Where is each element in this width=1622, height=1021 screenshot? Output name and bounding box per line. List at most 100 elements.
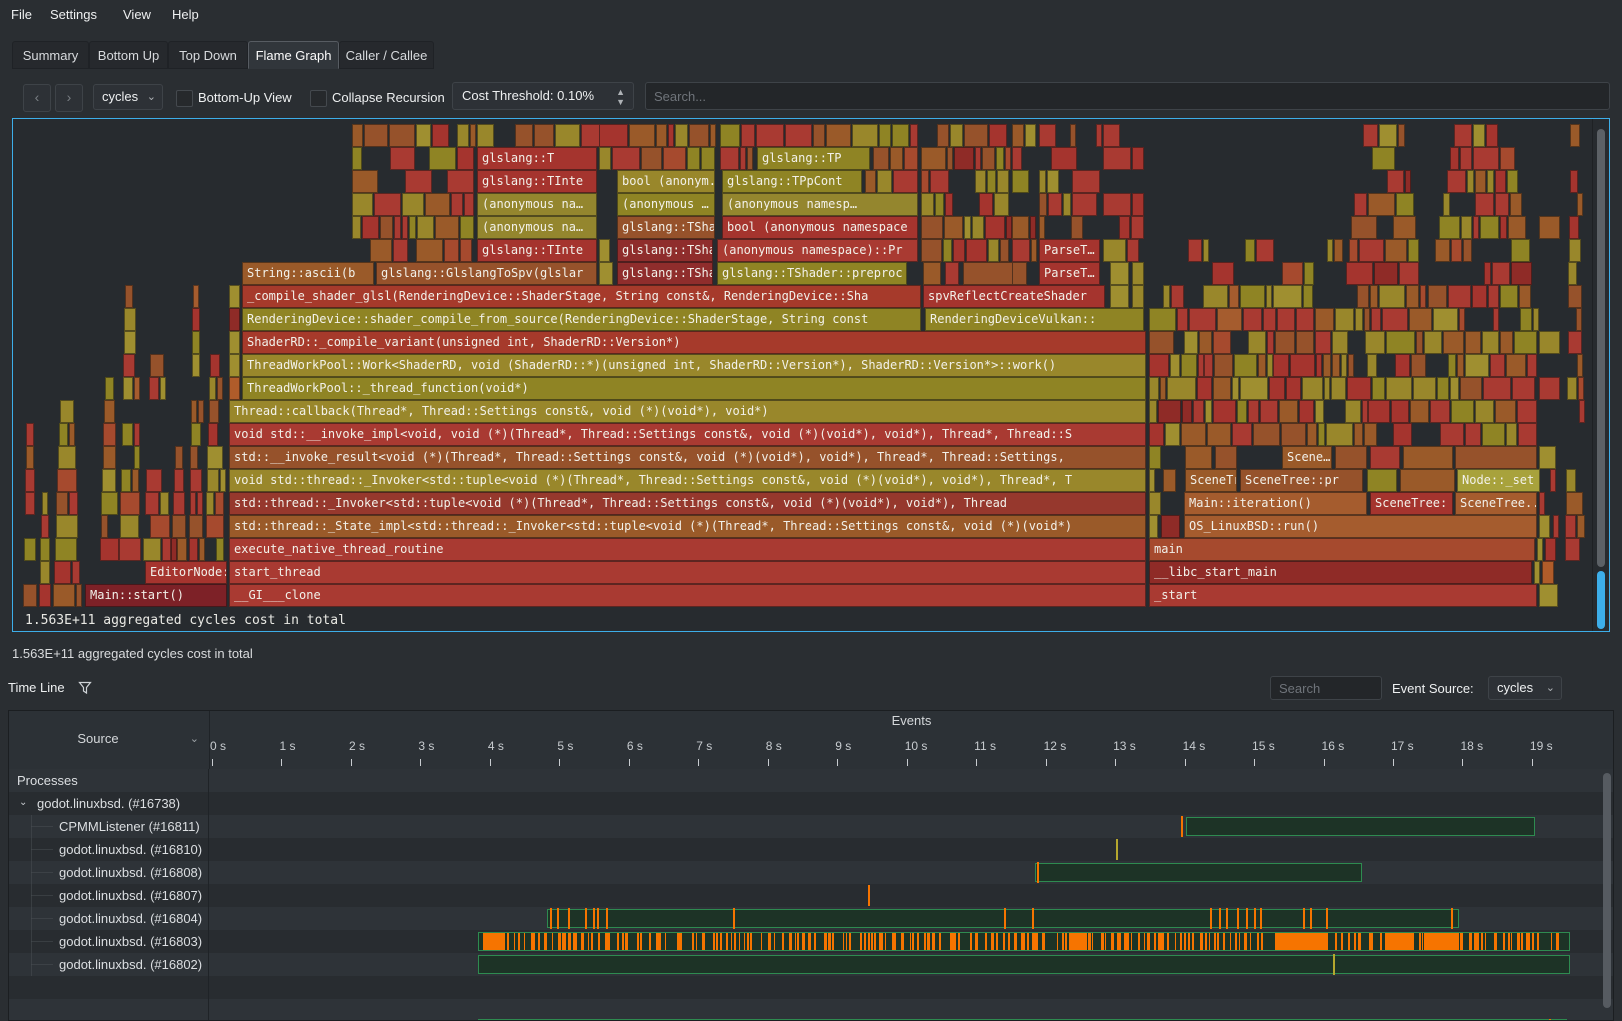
flame-frame[interactable]	[1511, 239, 1530, 262]
flame-frame-unlabeled[interactable]	[1149, 469, 1155, 492]
flame-frame[interactable]	[689, 124, 709, 147]
row-events-cell[interactable]	[210, 907, 1599, 930]
flame-frame[interactable]	[1518, 423, 1537, 446]
flame-frame[interactable]	[25, 469, 35, 492]
flame-frame[interactable]	[193, 285, 199, 308]
flame-frame[interactable]	[124, 308, 136, 331]
flame-frame[interactable]	[1212, 262, 1234, 285]
timeline-row-godot-linuxbsd-16802-[interactable]: godot.linuxbsd. (#16802)	[9, 953, 1613, 976]
flame-frame[interactable]	[1258, 354, 1266, 377]
flame-frame[interactable]	[380, 216, 393, 239]
collapse-recursion-checkbox[interactable]	[310, 90, 327, 107]
flame-frame[interactable]	[189, 538, 198, 561]
flame-frame[interactable]	[1576, 308, 1582, 331]
flame-frame[interactable]	[402, 216, 408, 239]
flame-frame[interactable]	[1234, 354, 1257, 377]
flame-frame-unlabeled[interactable]	[1370, 446, 1400, 469]
flame-frame[interactable]	[121, 469, 131, 492]
tab-bottom-up[interactable]: Bottom Up	[89, 41, 168, 69]
flame-frame[interactable]	[972, 216, 984, 239]
row-source-cell[interactable]: godot.linuxbsd. (#16807)	[9, 884, 209, 907]
flame-frame[interactable]	[150, 515, 170, 538]
flame-frame[interactable]	[1357, 285, 1369, 308]
flame-frame[interactable]	[143, 538, 161, 561]
flame-frame[interactable]	[1103, 239, 1126, 262]
flame-frame[interactable]	[1167, 377, 1196, 400]
flame-frame[interactable]	[1063, 193, 1071, 216]
flame-frame[interactable]	[206, 492, 214, 515]
flame-frame[interactable]	[1512, 377, 1535, 400]
flame-frame[interactable]	[1267, 331, 1274, 354]
flame-frame[interactable]	[1039, 216, 1045, 239]
flame-frame[interactable]	[945, 193, 953, 216]
row-events-cell[interactable]	[210, 838, 1599, 861]
flame-frame[interactable]	[1351, 216, 1377, 239]
flame-frame-glslang-tsha[interactable]: glslang::TSha	[617, 216, 715, 239]
flame-frame[interactable]	[641, 147, 662, 170]
flame-frame[interactable]	[1577, 193, 1583, 216]
flame-frame-thread-callback-thread-[interactable]: Thread::callback(Thread*, Thread::Settin…	[229, 400, 1146, 423]
timeline-row-processes[interactable]: Processes	[9, 769, 1613, 792]
flame-frame[interactable]	[352, 193, 373, 216]
flame-frame[interactable]	[405, 170, 432, 193]
flame-frame[interactable]	[1260, 400, 1278, 423]
event-range[interactable]	[1035, 863, 1362, 882]
flame-frame[interactable]	[26, 446, 34, 469]
row-source-cell[interactable]: godot.linuxbsd. (#16808)	[9, 861, 209, 884]
flame-frame[interactable]	[852, 124, 878, 147]
flame-frame[interactable]	[1119, 216, 1130, 239]
flame-frame[interactable]	[1433, 308, 1458, 331]
row-source-cell[interactable]: godot.linuxbsd. (#16802)	[9, 953, 209, 976]
flame-frame[interactable]	[785, 124, 812, 147]
flame-frame[interactable]	[1213, 400, 1236, 423]
flame-frame[interactable]	[921, 193, 934, 216]
flame-frame[interactable]	[892, 124, 909, 147]
flame-frame[interactable]	[217, 377, 223, 400]
flame-frame-threadworkpool-_thread_[interactable]: ThreadWorkPool::_thread_function(void*)	[242, 377, 1146, 400]
flame-frame[interactable]	[1439, 216, 1460, 239]
flame-frame[interactable]	[103, 423, 116, 446]
flame-frame[interactable]	[904, 147, 918, 170]
flame-frame[interactable]	[1203, 239, 1209, 262]
flame-frame[interactable]	[190, 446, 198, 469]
flame-frame[interactable]	[1577, 354, 1583, 377]
flame-frame[interactable]	[1245, 239, 1255, 262]
flame-frame-main[interactable]: main	[1149, 538, 1535, 561]
flame-frame-unlabeled[interactable]	[1132, 262, 1144, 285]
timeline-row-godot-linuxbsd-16808-[interactable]: godot.linuxbsd. (#16808)	[9, 861, 1613, 884]
spin-down-icon[interactable]: ▼	[616, 98, 625, 106]
flame-frame[interactable]	[364, 124, 388, 147]
flame-frame[interactable]	[393, 239, 408, 262]
flame-frame[interactable]	[1345, 400, 1361, 423]
flame-frame[interactable]	[362, 216, 379, 239]
flame-frame[interactable]	[1437, 377, 1449, 400]
flame-frame[interactable]	[451, 193, 463, 216]
tab-top-down[interactable]: Top Down	[168, 41, 248, 69]
source-column-header[interactable]: Source ⌄	[9, 711, 210, 769]
flame-frame[interactable]	[1304, 262, 1314, 285]
flame-frame[interactable]	[612, 147, 640, 170]
flame-frame[interactable]	[1475, 170, 1486, 193]
flame-frame[interactable]	[457, 124, 469, 147]
flame-frame[interactable]	[1500, 331, 1513, 354]
flame-frame[interactable]	[1263, 308, 1276, 331]
row-events-cell[interactable]	[210, 884, 1599, 907]
flame-frame[interactable]	[701, 147, 715, 170]
flame-frame[interactable]	[1012, 124, 1024, 147]
row-source-cell[interactable]: godot.linuxbsd. (#16810)	[9, 838, 209, 861]
flame-frame[interactable]	[1253, 423, 1280, 446]
flame-frame[interactable]	[1386, 377, 1412, 400]
timeline-row-godot-linuxbsd-16803-[interactable]: godot.linuxbsd. (#16803)	[9, 930, 1613, 953]
timeline-scrollbar-handle[interactable]	[1603, 773, 1611, 1008]
flame-frame[interactable]	[996, 147, 1004, 170]
bottom-up-checkbox[interactable]	[176, 90, 193, 107]
flamegraph-search-input[interactable]	[645, 82, 1610, 110]
flame-frame[interactable]	[409, 216, 416, 239]
flame-frame[interactable]	[1507, 170, 1518, 193]
flame-frame-spvreflectcreateshader[interactable]: spvReflectCreateShader	[923, 285, 1105, 308]
flame-frame-scene-[interactable]: Scene…	[1282, 446, 1332, 469]
flame-frame[interactable]	[192, 308, 200, 331]
flame-frame[interactable]	[1569, 216, 1579, 239]
flame-frame-unlabeled[interactable]	[1149, 492, 1161, 515]
flame-frame[interactable]	[1302, 377, 1323, 400]
